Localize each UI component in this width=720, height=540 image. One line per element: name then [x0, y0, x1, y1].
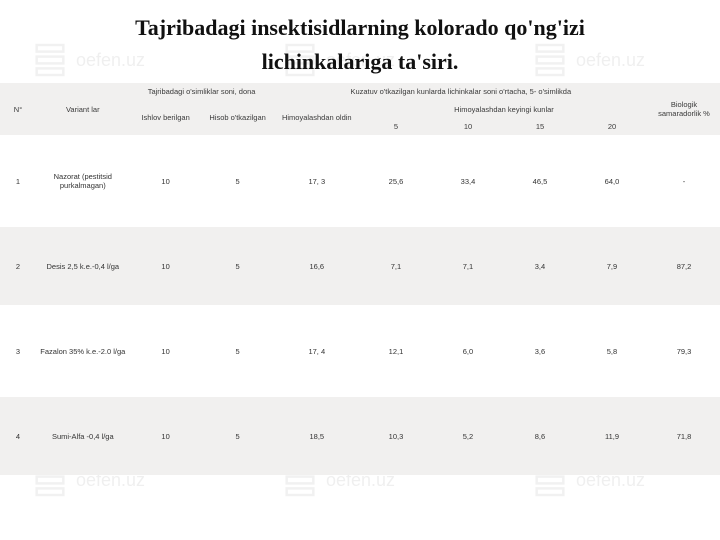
th-keyingi: Himoyalashdan keyingi kunlar — [360, 101, 648, 118]
cell-his: 5 — [202, 305, 274, 397]
table-header: N° Variant lar Tajribadagi o'simliklar s… — [0, 83, 720, 135]
data-table: N° Variant lar Tajribadagi o'simliklar s… — [0, 83, 720, 475]
cell-ish: 10 — [130, 397, 202, 475]
cell-old: 17, 3 — [274, 135, 360, 227]
th-d10: 10 — [432, 118, 504, 135]
cell-his: 5 — [202, 135, 274, 227]
cell-no: 1 — [0, 135, 36, 227]
cell-d15: 8,6 — [504, 397, 576, 475]
cell-ish: 10 — [130, 227, 202, 305]
cell-d10: 33,4 — [432, 135, 504, 227]
cell-his: 5 — [202, 397, 274, 475]
cell-no: 2 — [0, 227, 36, 305]
cell-d20: 11,9 — [576, 397, 648, 475]
table-row: 3Fazalon 35% k.e.-2.0 l/ga10517, 412,16,… — [0, 305, 720, 397]
table-row: 4Sumi-Alfa -0,4 l/ga10518,510,35,28,611,… — [0, 397, 720, 475]
th-d5: 5 — [360, 118, 432, 135]
cell-d5: 25,6 — [360, 135, 432, 227]
cell-d20: 7,9 — [576, 227, 648, 305]
cell-bio: 87,2 — [648, 227, 720, 305]
title-line-2: lichinkalariga ta'siri. — [0, 45, 720, 83]
th-no: N° — [0, 83, 36, 135]
th-d20: 20 — [576, 118, 648, 135]
th-ishlov: Ishlov berilgan — [130, 101, 202, 136]
table-row: 1Nazorat (pestitsid purkalmagan)10517, 3… — [0, 135, 720, 227]
cell-d10: 6,0 — [432, 305, 504, 397]
th-oldin: Himoyalashdan oldin — [274, 101, 360, 136]
cell-ish: 10 — [130, 135, 202, 227]
cell-d15: 46,5 — [504, 135, 576, 227]
cell-old: 16,6 — [274, 227, 360, 305]
cell-old: 18,5 — [274, 397, 360, 475]
table-body: 1Nazorat (pestitsid purkalmagan)10517, 3… — [0, 135, 720, 475]
cell-old: 17, 4 — [274, 305, 360, 397]
th-d15: 15 — [504, 118, 576, 135]
th-tajriba: Tajribadagi o'simliklar soni, dona — [130, 83, 274, 100]
th-hisob: Hisob o'tkazilgan — [202, 101, 274, 136]
cell-his: 5 — [202, 227, 274, 305]
cell-d15: 3,6 — [504, 305, 576, 397]
th-variant: Variant lar — [36, 83, 130, 135]
title-line-1: Tajribadagi insektisidlarning kolorado q… — [0, 0, 720, 45]
cell-no: 3 — [0, 305, 36, 397]
cell-no: 4 — [0, 397, 36, 475]
cell-d5: 10,3 — [360, 397, 432, 475]
cell-bio: 79,3 — [648, 305, 720, 397]
cell-d15: 3,4 — [504, 227, 576, 305]
cell-bio: 71,8 — [648, 397, 720, 475]
cell-d20: 64,0 — [576, 135, 648, 227]
cell-variant: Fazalon 35% k.e.-2.0 l/ga — [36, 305, 130, 397]
cell-variant: Nazorat (pestitsid purkalmagan) — [36, 135, 130, 227]
th-bio: Biologik samaradorlik % — [648, 83, 720, 135]
cell-d5: 12,1 — [360, 305, 432, 397]
cell-d20: 5,8 — [576, 305, 648, 397]
cell-d5: 7,1 — [360, 227, 432, 305]
cell-d10: 5,2 — [432, 397, 504, 475]
cell-bio: - — [648, 135, 720, 227]
cell-d10: 7,1 — [432, 227, 504, 305]
slide: Tajribadagi insektisidlarning kolorado q… — [0, 0, 720, 540]
cell-variant: Sumi-Alfa -0,4 l/ga — [36, 397, 130, 475]
table-row: 2Desis 2,5 k.e.-0,4 l/ga10516,67,17,13,4… — [0, 227, 720, 305]
cell-variant: Desis 2,5 k.e.-0,4 l/ga — [36, 227, 130, 305]
cell-ish: 10 — [130, 305, 202, 397]
th-kuzatuv: Kuzatuv o'tkazilgan kunlarda lichinkalar… — [274, 83, 648, 100]
